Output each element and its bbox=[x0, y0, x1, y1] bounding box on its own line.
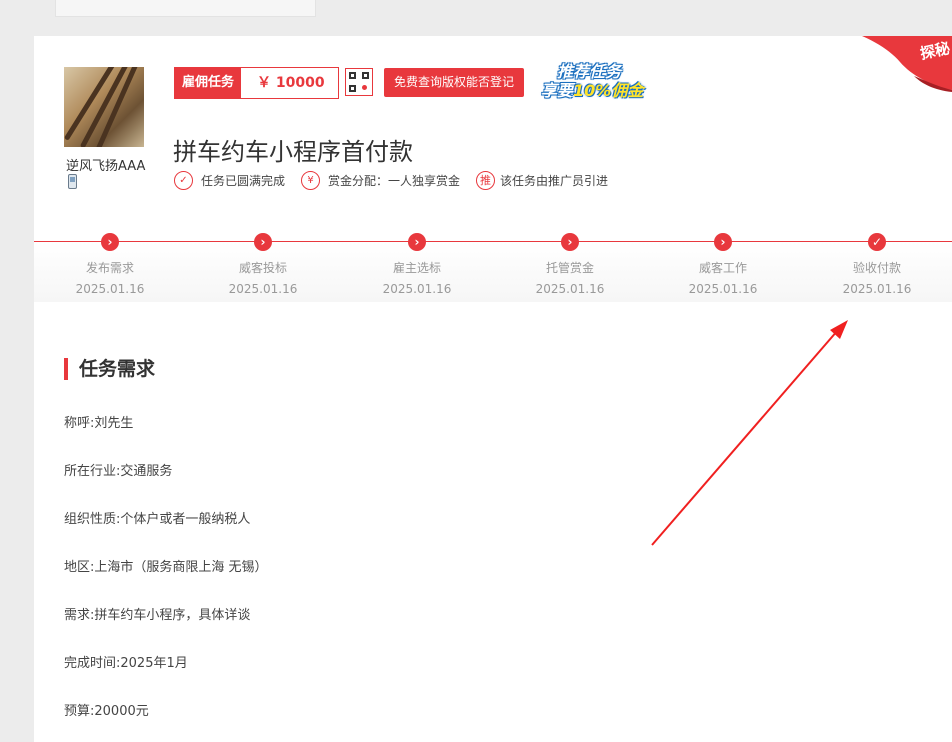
promo-line2-highlight: 10%佣金 bbox=[573, 81, 644, 100]
task-detail-card: 探秘 逆风飞扬AAA 雇佣任务 ￥ 10000 免费查询版权能否登记 推荐任务 … bbox=[34, 36, 952, 742]
employer-name[interactable]: 逆风飞扬AAA bbox=[66, 155, 145, 174]
badge-completed-text: 任务已圆满完成 bbox=[201, 174, 286, 188]
check-circle-icon: ✓ bbox=[174, 171, 193, 190]
requirement-line: 组织性质:个体户或者一般纳税人 bbox=[64, 512, 251, 527]
requirement-line: 所在行业:交通服务 bbox=[64, 464, 173, 479]
requirement-line: 需求:拼车约车小程序，具体详谈 bbox=[64, 608, 251, 623]
qr-code-icon[interactable] bbox=[345, 68, 373, 96]
task-price: ￥ 10000 bbox=[241, 68, 338, 98]
chevron-right-icon: › bbox=[408, 233, 426, 251]
yen-circle-icon: ¥ bbox=[301, 171, 321, 190]
badge-promoter-text: 该任务由推广员引进 bbox=[500, 174, 609, 188]
chevron-right-icon: › bbox=[561, 233, 579, 251]
copyright-check-button[interactable]: 免费查询版权能否登记 bbox=[384, 68, 525, 97]
step-accept-pay: ✓ 验收付款 2025.01.16 bbox=[827, 233, 927, 296]
step-label: 发布需求 bbox=[85, 261, 134, 275]
requirement-line: 完成时间:2025年1月 bbox=[64, 656, 188, 671]
progress-line bbox=[34, 241, 952, 242]
step-date: 2025.01.16 bbox=[688, 282, 758, 296]
step-escrow: › 托管赏金 2025.01.16 bbox=[520, 233, 620, 296]
step-label: 验收付款 bbox=[852, 261, 901, 275]
step-select: › 雇主选标 2025.01.16 bbox=[367, 233, 467, 296]
promote-circle-icon: 推 bbox=[476, 171, 496, 190]
top-placeholder-box bbox=[55, 0, 316, 17]
task-status-badges: ✓ 任务已圆满完成 ¥ 赏金分配：一人独享赏金 推 该任务由推广员引进 bbox=[174, 171, 624, 190]
badge-completed: ✓ 任务已圆满完成 bbox=[174, 171, 285, 190]
task-type-price-tag: 雇佣任务 ￥ 10000 bbox=[174, 67, 339, 99]
task-title: 拼车约车小程序首付款 bbox=[173, 138, 413, 167]
requirement-line: 预算:20000元 bbox=[64, 704, 149, 719]
task-type-label: 雇佣任务 bbox=[175, 68, 242, 98]
promo-line2-prefix: 享要 bbox=[541, 81, 574, 100]
chevron-right-icon: › bbox=[714, 233, 732, 251]
requirement-line: 称呼:刘先生 bbox=[64, 416, 134, 431]
chevron-right-icon: › bbox=[101, 233, 119, 251]
progress-steps-background bbox=[34, 242, 952, 302]
step-label: 威客投标 bbox=[238, 261, 287, 275]
promo-line2: 享要10%佣金 bbox=[541, 77, 643, 101]
badge-promoter: 推 该任务由推广员引进 bbox=[476, 171, 608, 190]
step-publish: › 发布需求 2025.01.16 bbox=[60, 233, 160, 296]
step-bid: › 威客投标 2025.01.16 bbox=[213, 233, 313, 296]
section-title-requirements: 任务需求 bbox=[64, 358, 155, 380]
step-date: 2025.01.16 bbox=[535, 282, 605, 296]
step-label: 威客工作 bbox=[698, 261, 747, 275]
step-work: › 威客工作 2025.01.16 bbox=[673, 233, 773, 296]
requirement-line: 地区:上海市（服务商限上海 无锡） bbox=[64, 560, 268, 575]
step-date: 2025.01.16 bbox=[382, 282, 452, 296]
chevron-right-icon: › bbox=[254, 233, 272, 251]
corner-ribbon[interactable]: 探秘 bbox=[862, 36, 952, 92]
step-label: 雇主选标 bbox=[392, 261, 441, 275]
check-icon: ✓ bbox=[868, 233, 886, 251]
step-date: 2025.01.16 bbox=[228, 282, 298, 296]
badge-reward-allocation: ¥ 赏金分配：一人独享赏金 bbox=[301, 171, 460, 190]
employer-avatar[interactable] bbox=[64, 67, 144, 147]
recommend-task-promo-banner[interactable]: 推荐任务 享要10%佣金 bbox=[539, 58, 657, 101]
badge-reward-text: 赏金分配：一人独享赏金 bbox=[328, 174, 461, 188]
step-date: 2025.01.16 bbox=[842, 282, 912, 296]
step-label: 托管赏金 bbox=[545, 261, 594, 275]
phone-icon bbox=[68, 174, 77, 189]
step-date: 2025.01.16 bbox=[75, 282, 145, 296]
